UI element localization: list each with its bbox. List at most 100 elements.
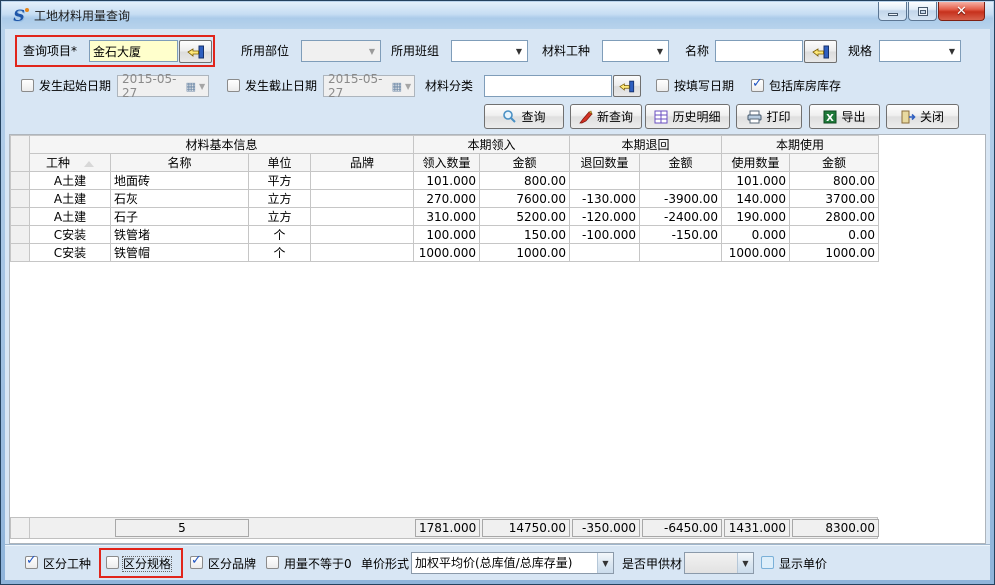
table-cell (311, 172, 414, 190)
table-cell: 100.000 (414, 226, 480, 244)
used-part-combo[interactable]: ▼ (301, 40, 381, 62)
row-selector[interactable] (11, 244, 30, 262)
close-icon: ✕ (956, 5, 967, 18)
row-selector[interactable] (11, 208, 30, 226)
export-button[interactable]: X 导出 (809, 104, 880, 129)
table-cell: 石子 (111, 208, 249, 226)
table-row[interactable]: C安装铁管帽个1000.0001000.001000.0001000.00 (11, 244, 879, 262)
table-cell: 1000.000 (722, 244, 790, 262)
chevron-down-icon: ▼ (944, 41, 960, 61)
table-cell: 800.00 (790, 172, 879, 190)
column-header-brand[interactable]: 品牌 (311, 154, 414, 172)
group-header-basic-info: 材料基本信息 (30, 136, 414, 154)
new-query-button[interactable]: 新查询 (570, 104, 642, 129)
start-date-field[interactable]: 2015-05-27 ▦ ▼ (117, 75, 209, 97)
by-trade-checkbox[interactable]: ✓ (25, 556, 38, 569)
table-row[interactable]: A土建石灰立方270.0007600.00-130.000-3900.00140… (11, 190, 879, 208)
used-team-combo[interactable]: ▼ (451, 40, 528, 62)
summary-row-count: 5 (115, 519, 249, 537)
table-body: A土建地面砖平方101.000800.00101.000800.00A土建石灰立… (11, 172, 879, 262)
table-cell: C安装 (30, 244, 111, 262)
minimize-button[interactable] (878, 2, 907, 21)
summary-received-qty: 1781.000 (415, 519, 480, 537)
table-cell: 2800.00 (790, 208, 879, 226)
by-brand-checkbox[interactable]: ✓ (190, 556, 203, 569)
table-cell: 0.000 (722, 226, 790, 244)
table-row[interactable]: A土建地面砖平方101.000800.00101.000800.00 (11, 172, 879, 190)
name-input[interactable] (715, 40, 803, 62)
maximize-button[interactable] (908, 2, 937, 21)
material-category-input[interactable] (484, 75, 612, 97)
owner-supplied-combo[interactable]: ▼ (684, 552, 754, 574)
app-window: S 工地材料用量查询 ✕ 查询项目* 所用部位 ▼ 所用班组 (0, 0, 995, 585)
table-cell (311, 226, 414, 244)
brush-icon (579, 110, 593, 124)
column-header-name[interactable]: 名称 (111, 154, 249, 172)
chevron-down-icon: ▼ (737, 553, 753, 573)
titlebar[interactable]: S 工地材料用量查询 ✕ (2, 2, 993, 29)
row-selector[interactable] (11, 190, 30, 208)
print-button[interactable]: 打印 (736, 104, 802, 129)
spec-combo[interactable]: ▼ (879, 40, 961, 62)
close-button[interactable]: ✕ (938, 2, 985, 21)
table-cell: 1000.000 (414, 244, 480, 262)
end-date-checkbox[interactable]: ✓ (227, 79, 240, 92)
table-cell (570, 172, 640, 190)
name-picker-button[interactable] (804, 40, 837, 63)
table-cell: -150.00 (640, 226, 722, 244)
end-date-field[interactable]: 2015-05-27 ▦ ▼ (323, 75, 415, 97)
summary-used-qty: 1431.000 (724, 519, 790, 537)
table-row[interactable]: C安装铁管堵个100.000150.00-100.000-150.000.000… (11, 226, 879, 244)
table-cell: -120.000 (570, 208, 640, 226)
calendar-icon: ▦ (392, 80, 402, 93)
show-price-checkbox[interactable]: ✓ (761, 556, 774, 569)
table-cell: 铁管堵 (111, 226, 249, 244)
table-cell (311, 208, 414, 226)
app-icon: S (10, 7, 28, 25)
column-header-used-amount[interactable]: 金额 (790, 154, 879, 172)
column-header-received-qty[interactable]: 领入数量 (414, 154, 480, 172)
svg-text:X: X (827, 113, 835, 124)
query-project-input[interactable] (89, 40, 178, 62)
by-fill-date-label: 按填写日期 (674, 75, 734, 97)
footer-bar: ✓ 区分工种 ✓ 区分规格 ✓ 区分品牌 ✓ 用量不等于0 单价形式 加权平均价… (5, 544, 990, 580)
table-cell: 地面砖 (111, 172, 249, 190)
table-cell: 立方 (249, 208, 311, 226)
column-header-returned-qty[interactable]: 退回数量 (570, 154, 640, 172)
query-button[interactable]: 查询 (484, 104, 564, 129)
query-project-label: 查询项目* (23, 40, 77, 62)
column-header-returned-amount[interactable]: 金额 (640, 154, 722, 172)
column-header-unit[interactable]: 单位 (249, 154, 311, 172)
table-cell: 1000.00 (480, 244, 570, 262)
row-selector[interactable] (11, 226, 30, 244)
start-date-checkbox[interactable]: ✓ (21, 79, 34, 92)
row-selector[interactable] (11, 172, 30, 190)
nonzero-usage-checkbox[interactable]: ✓ (266, 556, 279, 569)
by-fill-date-checkbox[interactable]: ✓ (656, 79, 669, 92)
material-trade-combo[interactable]: ▼ (602, 40, 669, 62)
table-cell: 101.000 (722, 172, 790, 190)
table-cell (311, 190, 414, 208)
table-cell: 101.000 (414, 172, 480, 190)
table-cell (570, 244, 640, 262)
used-part-label: 所用部位 (241, 40, 289, 62)
query-project-picker-button[interactable] (179, 40, 212, 63)
history-detail-button[interactable]: 历史明细 (645, 104, 730, 129)
material-category-picker-button[interactable] (613, 75, 641, 97)
by-spec-checkbox[interactable]: ✓ (106, 556, 119, 569)
column-header-received-amount[interactable]: 金额 (480, 154, 570, 172)
window-title: 工地材料用量查询 (34, 7, 130, 24)
table-cell: 190.000 (722, 208, 790, 226)
close-window-button[interactable]: 关闭 (886, 104, 959, 129)
column-header-trade[interactable]: 工种 (30, 154, 111, 172)
group-header-used: 本期使用 (722, 136, 879, 154)
start-date-label: 发生起始日期 (39, 75, 111, 97)
group-header-returned: 本期退回 (570, 136, 722, 154)
price-form-combo[interactable]: 加权平均价(总库值/总库存量) ▼ (411, 552, 614, 574)
results-grid-region: 材料基本信息 本期领入 本期退回 本期使用 工种 名称 单位 品牌 领入数量 金… (9, 134, 986, 544)
column-header-used-qty[interactable]: 使用数量 (722, 154, 790, 172)
table-row[interactable]: A土建石子立方310.0005200.00-120.000-2400.00190… (11, 208, 879, 226)
include-warehouse-label: 包括库房库存 (769, 75, 841, 97)
include-warehouse-checkbox[interactable]: ✓ (751, 79, 764, 92)
material-trade-label: 材料工种 (542, 40, 590, 62)
